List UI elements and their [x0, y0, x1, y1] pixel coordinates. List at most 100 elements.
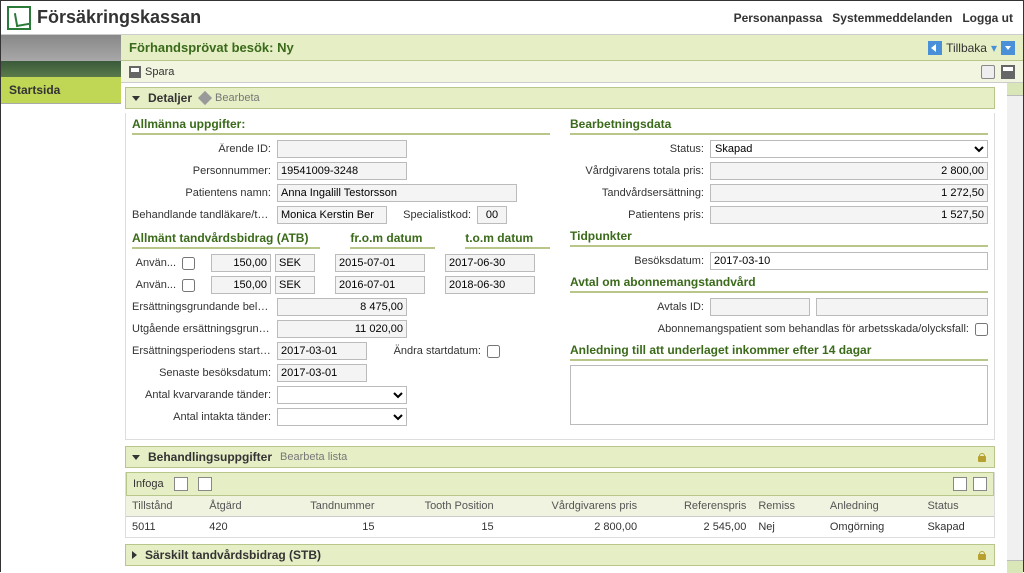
atb1-to[interactable] — [445, 254, 535, 272]
brand-name: Försäkringskassan — [37, 7, 201, 28]
input-patient-price[interactable] — [710, 206, 988, 224]
section-head-stb[interactable]: Särskilt tandvårdsbidrag (STB) — [125, 544, 995, 566]
pencil-icon — [198, 91, 212, 105]
back-label: Tillbaka — [946, 41, 987, 55]
label-personnummer: Personnummer: — [132, 165, 277, 177]
atb1-from[interactable] — [335, 254, 425, 272]
check-anvand1[interactable] — [182, 257, 195, 270]
col-tillstand[interactable]: Tillstånd — [126, 496, 203, 517]
input-reimb[interactable] — [710, 184, 988, 202]
export-icon[interactable] — [953, 477, 967, 491]
label-dentist: Behandlande tandläkare/tan... — [132, 209, 277, 221]
input-ers-start[interactable] — [277, 342, 367, 360]
section-head-treatment[interactable]: Behandlingsuppgifter Bearbeta lista — [125, 446, 995, 468]
input-patient-name[interactable] — [277, 184, 517, 202]
col-refprice[interactable]: Referenspris — [643, 496, 752, 517]
expand-icon[interactable] — [132, 551, 137, 559]
print-icon[interactable] — [1001, 65, 1015, 79]
save-icon — [129, 66, 141, 78]
input-dentist[interactable] — [277, 206, 387, 224]
menu-dropdown-icon[interactable] — [1001, 41, 1015, 55]
insert-button[interactable]: Infoga — [133, 478, 164, 490]
label-reimb: Tandvårdsersättning: — [570, 187, 710, 199]
input-avtal-id[interactable] — [710, 298, 810, 316]
copy-icon[interactable] — [198, 477, 212, 491]
delete-icon[interactable] — [174, 477, 188, 491]
input-besok[interactable] — [710, 252, 988, 270]
atb-to-title: t.o.m datum — [465, 231, 550, 249]
group-timepoints: Tidpunkter — [570, 229, 988, 247]
group-processing: Bearbetningsdata — [570, 117, 988, 135]
group-reason: Anledning till att underlaget inkommer e… — [570, 343, 988, 361]
personalize-link[interactable]: Personanpassa — [734, 11, 823, 25]
input-ers-belopp[interactable] — [277, 298, 407, 316]
label-avtal-id: Avtals ID: — [570, 301, 710, 313]
settings-icon[interactable] — [973, 477, 987, 491]
select-antal-kvar[interactable] — [277, 386, 407, 404]
edit-details-link[interactable]: Bearbeta — [200, 92, 260, 104]
atb1-amount[interactable] — [211, 254, 271, 272]
col-atgard[interactable]: Åtgärd — [203, 496, 268, 517]
check-andra-start[interactable] — [487, 345, 500, 358]
label-ers-start: Ersättningsperiodens startda... — [132, 345, 277, 357]
label-utgaende: Utgående ersättningsgrunda... — [132, 323, 277, 335]
lock-icon — [976, 549, 988, 561]
tools-icon[interactable] — [981, 65, 995, 79]
collapse-icon[interactable] — [132, 96, 140, 101]
label-arende-id: Ärende ID: — [132, 143, 277, 155]
collapse-icon[interactable] — [132, 455, 140, 460]
atb2-from[interactable] — [335, 276, 425, 294]
back-icon — [928, 41, 942, 55]
atb2-amount[interactable] — [211, 276, 271, 294]
atb-from-title: fr.o.m datum — [350, 231, 435, 249]
group-general: Allmänna uppgifter: — [132, 117, 550, 135]
label-antal-kvar: Antal kvarvarande tänder: — [132, 389, 277, 401]
atb-title: Allmänt tandvårdsbidrag (ATB) — [132, 231, 320, 249]
atb2-to[interactable] — [445, 276, 535, 294]
sidebar-item-start[interactable]: Startsida — [1, 77, 121, 104]
col-status[interactable]: Status — [921, 496, 994, 517]
lock-icon — [976, 451, 988, 463]
select-status[interactable]: Skapad — [710, 140, 988, 158]
table-row[interactable]: 5011 420 15 15 2 800,00 2 545,00 Nej Omg… — [126, 517, 994, 538]
label-anvand2: Använ... — [132, 279, 182, 291]
col-toothpos[interactable]: Tooth Position — [380, 496, 499, 517]
select-antal-intakta[interactable] — [277, 408, 407, 426]
input-personnummer[interactable] — [277, 162, 407, 180]
brand-logo — [7, 6, 31, 30]
input-senaste[interactable] — [277, 364, 367, 382]
section-title-stb: Särskilt tandvårdsbidrag (STB) — [145, 548, 321, 562]
col-remiss[interactable]: Remiss — [752, 496, 824, 517]
label-antal-intakta: Antal intakta tänder: — [132, 411, 277, 423]
input-total-price[interactable] — [710, 162, 988, 180]
check-anvand2[interactable] — [182, 279, 195, 292]
back-button[interactable]: Tillbaka ▾ — [928, 41, 997, 55]
input-utgaende[interactable] — [277, 320, 407, 338]
input-specialist[interactable] — [477, 206, 507, 224]
nav-image — [1, 35, 121, 77]
input-avtal-desc[interactable] — [816, 298, 988, 316]
label-ers-belopp: Ersättningsgrundande belopp: — [132, 301, 277, 313]
logout-link[interactable]: Logga ut — [962, 11, 1013, 25]
label-senaste: Senaste besöksdatum: — [132, 367, 277, 379]
label-besok: Besöksdatum: — [570, 255, 710, 267]
section-head-details[interactable]: Detaljer Bearbeta — [125, 87, 995, 109]
label-patient-price: Patientens pris: — [570, 209, 710, 221]
input-arende-id[interactable] — [277, 140, 407, 158]
label-total-price: Vårdgivarens totala pris: — [570, 165, 710, 177]
col-tandnr[interactable]: Tandnummer — [269, 496, 381, 517]
atb1-currency[interactable] — [275, 254, 315, 272]
label-anvand1: Använ... — [132, 257, 182, 269]
atb2-currency[interactable] — [275, 276, 315, 294]
label-status: Status: — [570, 143, 710, 155]
col-price[interactable]: Vårdgivarens pris — [500, 496, 643, 517]
save-button[interactable]: Spara — [145, 66, 174, 78]
edit-treatment-link[interactable]: Bearbeta lista — [280, 451, 347, 463]
label-abonn: Abonnemangspatient som behandlas för arb… — [570, 323, 975, 335]
check-abonn[interactable] — [975, 323, 988, 336]
reason-textarea[interactable] — [570, 365, 988, 425]
col-anledning[interactable]: Anledning — [824, 496, 922, 517]
system-messages-link[interactable]: Systemmeddelanden — [832, 11, 952, 25]
label-specialist: Specialistkod: — [387, 209, 477, 221]
label-patient-name: Patientens namn: — [132, 187, 277, 199]
